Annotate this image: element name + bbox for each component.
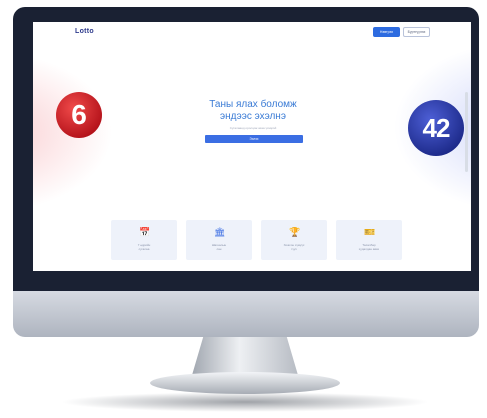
- scrollbar[interactable]: [465, 92, 468, 172]
- monitor-stand-base: [150, 372, 340, 394]
- lottery-ball-6: 6: [56, 92, 102, 138]
- feature-card-label: Хожсон хүмүүс түүх: [283, 243, 305, 251]
- register-button[interactable]: Бүртгүүлэх: [403, 27, 430, 37]
- lottery-ball-42: 42: [408, 100, 464, 156]
- hero-subtitle: Сугалаанд оролцож азаа үзээрэй: [229, 126, 277, 130]
- calendar-icon: 📅: [139, 227, 151, 237]
- site-logo[interactable]: Lotto: [75, 28, 94, 35]
- monitor-chin: [13, 291, 479, 337]
- hero-cta-button[interactable]: Эхлэх: [205, 135, 303, 143]
- ball-number: 6: [71, 99, 87, 130]
- feature-card-label: 7 өдрийн сугалаа: [137, 243, 151, 251]
- feature-card-label: Шагналын сан: [211, 243, 227, 251]
- site-header: Lotto Нэвтрэх Бүртгүүлэх: [33, 22, 471, 44]
- hero-title-line1: Таны ялах боломж: [209, 99, 297, 110]
- feature-card-label: Тасалбар худалдан авах: [358, 243, 380, 251]
- feature-card-trophy[interactable]: 🏆 Хожсон хүмүүс түүх: [261, 220, 327, 260]
- screen: Lotto Нэвтрэх Бүртгүүлэх 6 42 Таны ялах …: [33, 22, 471, 271]
- feature-card-calendar[interactable]: 📅 7 өдрийн сугалаа: [111, 220, 177, 260]
- feature-cards: 📅 7 өдрийн сугалаа 🏛 Шагналын сан 🏆 Хожсон…: [111, 220, 402, 260]
- stand-shadow: [60, 392, 430, 412]
- monitor-mockup: Lotto Нэвтрэх Бүртгүүлэх 6 42 Таны ялах …: [0, 0, 487, 418]
- ticket-icon: 🎫: [364, 227, 376, 237]
- login-button[interactable]: Нэвтрэх: [373, 27, 400, 37]
- bank-icon: 🏛: [214, 227, 226, 237]
- trophy-icon: 🏆: [289, 227, 301, 237]
- hero-title: Таны ялах боломж эндээс эхэлнэ: [153, 99, 353, 123]
- ball-number: 42: [422, 112, 451, 143]
- feature-card-bank[interactable]: 🏛 Шагналын сан: [186, 220, 252, 260]
- feature-card-ticket[interactable]: 🎫 Тасалбар худалдан авах: [336, 220, 402, 260]
- hero-title-line2: эндээс эхэлнэ: [220, 111, 286, 122]
